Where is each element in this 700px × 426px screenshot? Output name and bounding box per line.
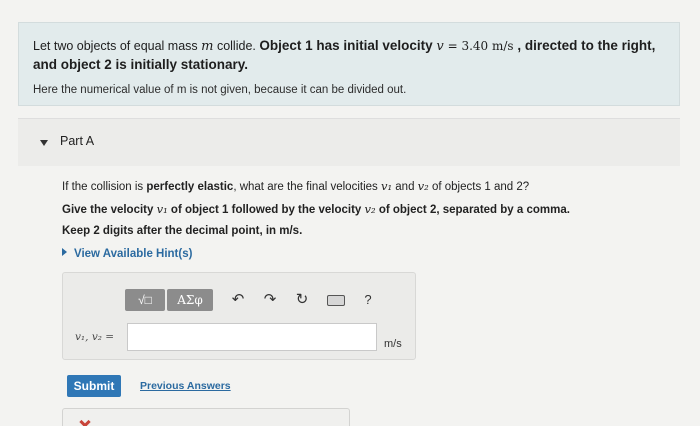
velocity-unit: m/s <box>491 39 514 53</box>
question-line-2: Give the velocity v₁ of object 1 followe… <box>62 202 570 216</box>
previous-answers-link[interactable]: Previous Answers <box>140 380 231 392</box>
question-line-3: Keep 2 digits after the decimal point, i… <box>62 225 303 237</box>
reset-icon[interactable]: ↻ <box>293 291 311 309</box>
answer-unit: m/s <box>384 338 402 350</box>
answer-input[interactable] <box>127 323 377 351</box>
undo-icon[interactable]: ↶ <box>229 291 247 309</box>
velocity-symbol: v <box>436 39 444 54</box>
mass-symbol: m <box>201 39 214 54</box>
answer-panel: √□ AΣφ ↶ ↷ ↻ ? v₁, v₂ = <box>62 272 416 360</box>
part-a-header[interactable]: Part A <box>18 118 680 166</box>
problem-intro: Let two objects of equal mass m collide.… <box>18 22 680 106</box>
feedback-panel <box>62 408 350 426</box>
keyboard-icon[interactable] <box>325 291 347 309</box>
expand-triangle-icon <box>62 248 67 256</box>
help-button[interactable]: ? <box>359 291 377 309</box>
view-hints-link[interactable]: View Available Hint(s) <box>62 248 192 260</box>
submit-button[interactable]: Submit <box>67 375 121 397</box>
question-line-1: If the collision is perfectly elastic, w… <box>62 179 530 193</box>
collapse-caret-icon[interactable] <box>40 140 48 146</box>
page: Let two objects of equal mass m collide.… <box>0 0 700 426</box>
redo-icon[interactable]: ↷ <box>261 291 279 309</box>
problem-note: Here the numerical value of m is not giv… <box>33 84 407 96</box>
incorrect-mark-icon <box>79 416 91 426</box>
answer-label: v₁, v₂ = <box>75 331 115 343</box>
problem-statement: Let two objects of equal mass m collide.… <box>33 38 656 72</box>
greek-symbols-button[interactable]: AΣφ <box>167 289 213 311</box>
templates-button[interactable]: √□ <box>125 289 165 311</box>
part-title: Part A <box>60 134 95 148</box>
